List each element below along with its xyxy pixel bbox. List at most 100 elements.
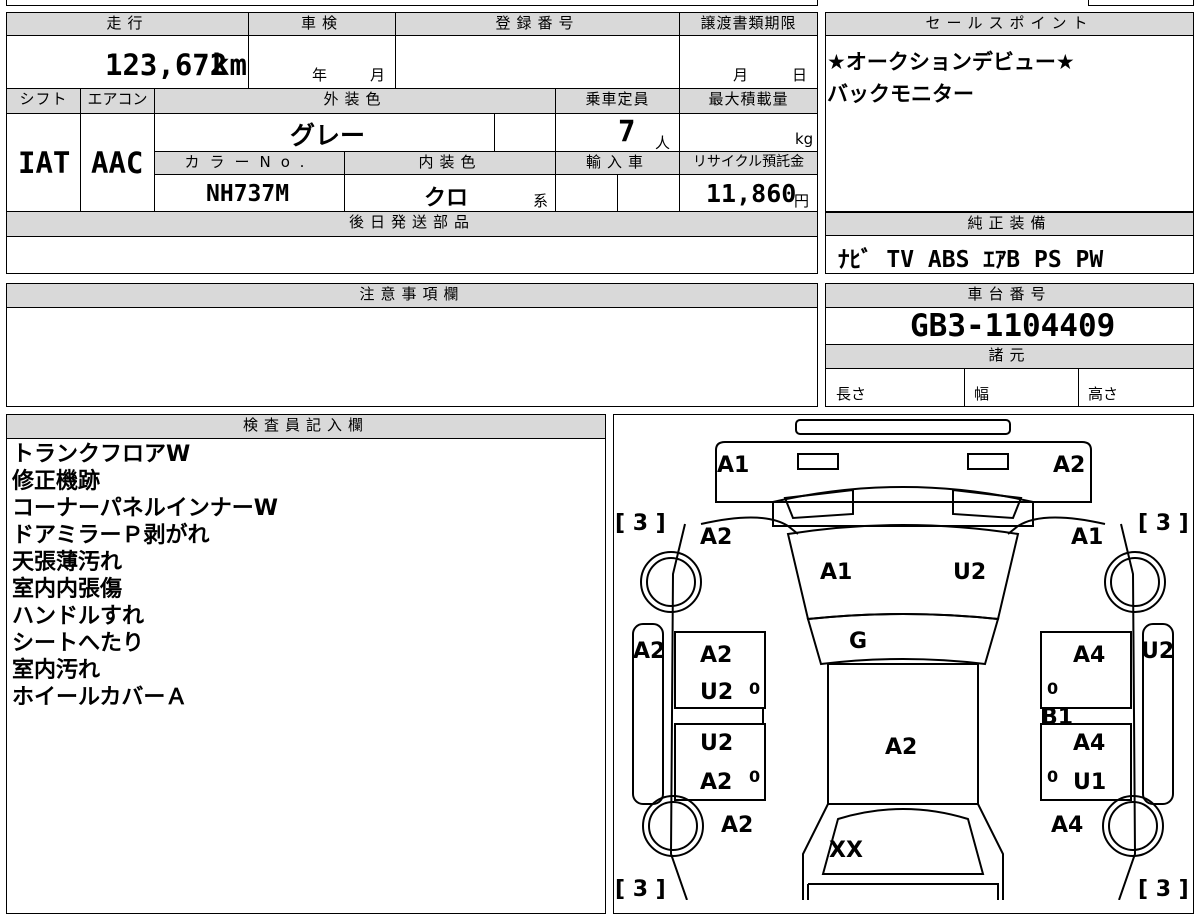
aircon-value: AAC — [91, 146, 144, 180]
interior-color-suffix: 系 — [533, 192, 549, 210]
tire-front-right-inner — [1108, 801, 1158, 851]
tire-rear-left — [640, 551, 702, 613]
damage-code: U2 — [700, 731, 733, 756]
damage-code: 0 — [749, 679, 760, 698]
damage-code: A2 — [1053, 453, 1085, 478]
exterior-color-header: 外装色 — [154, 88, 556, 114]
later-parts-header: 後日発送部品 — [6, 211, 818, 237]
rear-glass-line-left — [783, 488, 854, 520]
taillight-left — [797, 453, 839, 470]
inspector-header: 検査員記入欄 — [6, 414, 606, 439]
tire-rear-right-inner — [1110, 557, 1160, 607]
tire-rear-left-inner — [646, 557, 696, 607]
interior-color-header: 内装色 — [344, 151, 556, 175]
damage-code: B1 — [1041, 705, 1073, 730]
inspector-item: 室内内張傷 — [12, 577, 123, 602]
inspector-item: 修正機跡 — [12, 469, 101, 494]
import-header: 輸入車 — [555, 151, 680, 175]
import-cell-1 — [555, 174, 618, 212]
genuine-equipment-value: ﾅﾋﾞ TV ABS ｴｱB PS PW — [838, 247, 1104, 273]
rear-bumper-tab — [795, 419, 1011, 435]
max-load-unit: kg — [795, 130, 814, 148]
mileage-value: 123,672 — [105, 48, 228, 82]
tire-label: [ 3 ] — [1138, 877, 1189, 900]
inspector-item: 室内汚れ — [12, 658, 101, 683]
inspector-item: ドアミラーＰ剥がれ — [12, 523, 210, 548]
inspector-item: シートへたり — [12, 631, 145, 656]
sales-points-line-1: ★オークションデビュー★ — [827, 50, 1075, 74]
specs-header: 諸元 — [825, 344, 1194, 369]
recycle-value: 11,860 — [706, 179, 797, 208]
damage-code: XX — [829, 838, 863, 863]
damage-code: U2 — [700, 680, 733, 705]
import-cell-2 — [617, 174, 680, 212]
registration-header: 登録番号 — [395, 12, 680, 36]
inspection-month: 月 — [370, 66, 386, 84]
chassis-value: GB3-1104409 — [910, 308, 1116, 344]
inspector-item: コーナーパネルインナーW — [12, 496, 279, 521]
tire-front-left — [642, 795, 704, 857]
capacity-value: 7 — [618, 114, 636, 148]
transfer-month: 月 — [733, 66, 749, 84]
damage-code: A2 — [700, 643, 732, 668]
inspection-year: 年 — [312, 66, 328, 84]
damage-code: U2 — [953, 560, 986, 585]
damage-code: A2 — [633, 639, 665, 664]
sales-points-header: セールスポイント — [825, 12, 1194, 36]
damage-code: A2 — [700, 525, 732, 550]
exterior-color-value: グレー — [290, 121, 366, 150]
interior-color-value: クロ — [424, 186, 469, 211]
inspection-header: 車検 — [248, 12, 396, 36]
mileage-unit: km — [212, 48, 247, 82]
rear-glass-line-right — [952, 488, 1023, 520]
damage-code: A4 — [1051, 813, 1083, 838]
damage-code: A1 — [717, 453, 749, 478]
damage-code: G — [849, 629, 867, 654]
front-bumper — [807, 883, 999, 900]
damage-code: 0 — [1047, 679, 1058, 698]
tire-label: [ 3 ] — [615, 511, 666, 536]
cabin-center — [827, 663, 979, 805]
notes-header: 注意事項欄 — [6, 283, 818, 308]
color-no-header: カラーNo. — [154, 151, 345, 175]
capacity-unit: 人 — [655, 134, 671, 152]
inspector-item: ハンドルすれ — [12, 604, 145, 629]
spec-height-label: 高さ — [1088, 385, 1119, 403]
spec-width-label: 幅 — [974, 385, 990, 403]
later-parts-cell — [6, 236, 818, 274]
tire-front-left-inner — [648, 801, 698, 851]
inspector-item: ホイールカバーＡ — [12, 685, 188, 710]
damage-code: A2 — [885, 735, 917, 760]
spec-length-label: 長さ — [836, 385, 867, 403]
shift-value: IAT — [18, 146, 71, 180]
registration-cell — [395, 35, 680, 89]
mileage-header: 走行 — [6, 12, 249, 36]
top-strip-right — [1088, 0, 1194, 6]
tire-front-right — [1102, 795, 1164, 857]
car-diagram: [ 3 ] [ 3 ] [ 3 ] [ 3 ] A1 A2 A2 A1 A1 U… — [615, 419, 1189, 900]
recycle-unit: 円 — [794, 192, 810, 210]
damage-code: A2 — [721, 813, 753, 838]
inspector-item: トランクフロアW — [12, 442, 191, 467]
damage-code: A2 — [700, 770, 732, 795]
top-strip — [6, 0, 818, 6]
sales-points-box — [825, 12, 1194, 212]
damage-code: A4 — [1073, 731, 1105, 756]
damage-code: A1 — [820, 560, 852, 585]
max-load-header: 最大積載量 — [679, 88, 818, 114]
damage-code: A4 — [1073, 643, 1105, 668]
rear-bumper — [715, 441, 1092, 503]
tire-label: [ 3 ] — [615, 877, 666, 900]
capacity-header: 乗車定員 — [555, 88, 680, 114]
tire-label: [ 3 ] — [1138, 511, 1189, 536]
genuine-equipment-header: 純正装備 — [825, 212, 1194, 236]
inspector-item: 天張薄汚れ — [12, 550, 123, 575]
windshield — [806, 613, 1000, 666]
shift-header: シフト — [6, 88, 81, 114]
damage-code: 0 — [1047, 767, 1058, 786]
transfer-day: 日 — [792, 66, 808, 84]
rear-glass — [772, 486, 1034, 527]
sales-points-line-2: バックモニター — [827, 82, 974, 106]
aircon-header: エアコン — [80, 88, 155, 114]
chassis-header: 車台番号 — [825, 283, 1194, 308]
